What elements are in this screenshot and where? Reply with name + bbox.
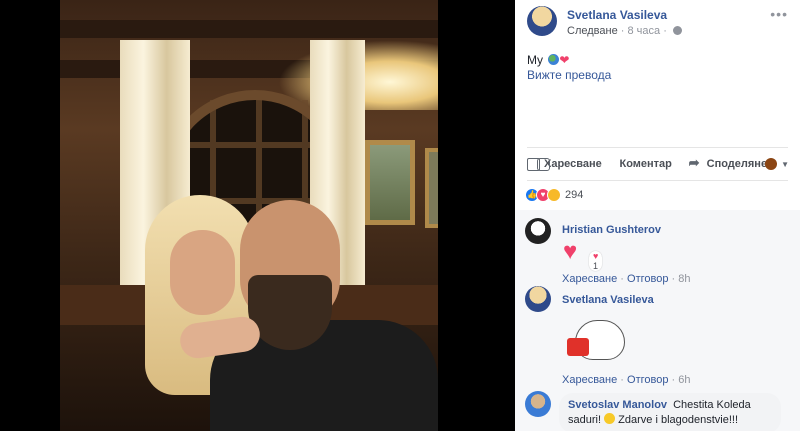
comment-reply-link[interactable]: Отговор [627, 273, 668, 285]
avatar[interactable] [525, 218, 551, 244]
comment-bubble: Svetoslav Manolov Chestita Koleda saduri… [559, 393, 781, 431]
reaction-count: 294 [565, 189, 584, 201]
wall-painting [365, 140, 415, 225]
share-as-avatar[interactable] [765, 158, 778, 170]
more-options-icon[interactable]: ••• [770, 6, 788, 22]
share-button[interactable]: Споделяне ▼ [689, 155, 789, 173]
avatar[interactable] [525, 286, 551, 312]
facebook-photo-viewer: Svetlana Vasileva Следване · 8 часа · ••… [0, 0, 800, 431]
haha-reaction-icon [547, 188, 561, 202]
comment-text: Zdarve i blagodenstvie!!! [618, 414, 739, 426]
author-name[interactable]: Svetlana Vasileva [567, 8, 667, 22]
see-translation-link[interactable]: Вижте превода [527, 68, 611, 82]
gift-box-icon [567, 338, 589, 356]
gift-sticker[interactable] [565, 314, 627, 369]
earth-emoji-icon [548, 54, 560, 65]
comment-author[interactable]: Svetoslav Manolov [568, 399, 667, 411]
wall-painting [425, 148, 438, 228]
comment-time[interactable]: 6h [678, 374, 690, 386]
woman-face [170, 230, 235, 315]
comment-text: saduri! [568, 414, 602, 426]
comments-section: Hristian Gushterov ♥ ♥ 1 Харесване · Отг… [515, 210, 800, 431]
comment-text: Chestita Koleda [673, 399, 751, 411]
post-meta: Следване · 8 часа · [567, 25, 682, 37]
meta-separator: · [663, 25, 670, 37]
comment-author[interactable]: Hristian Gushterov [562, 224, 661, 236]
post-time[interactable]: 8 часа [627, 25, 660, 37]
comment-like-link[interactable]: Харесване [562, 374, 617, 386]
post-side-panel: Svetlana Vasileva Следване · 8 часа · ••… [515, 0, 800, 431]
share-icon [689, 155, 703, 171]
smiley-emoji-icon [604, 413, 616, 424]
action-bar: Харесване Коментар Споделяне ▼ [527, 155, 789, 173]
divider [527, 180, 788, 181]
heart-sticker-icon: ♥ [563, 238, 578, 265]
post-text: My ❤ [527, 53, 569, 67]
divider [527, 147, 788, 148]
post-photo[interactable] [60, 0, 438, 431]
comment-meta: Харесване · Отговор · 6h [562, 374, 691, 386]
share-label: Споделяне [706, 158, 768, 170]
comment-reaction-badge[interactable]: ♥ 1 [589, 251, 603, 271]
ceiling-beam [60, 20, 438, 38]
reaction-summary[interactable]: 👍 ♥ 294 [525, 188, 583, 202]
comment-reaction-count: 1 [593, 261, 599, 271]
comment-reply-link[interactable]: Отговор [627, 374, 668, 386]
like-label: Харесване [544, 158, 602, 170]
comment-author[interactable]: Svetlana Vasileva [562, 294, 654, 306]
comment-meta: Харесване · Отговор · 8h [562, 273, 691, 285]
love-reaction-icon: ♥ [593, 251, 599, 261]
post-text-content: My [527, 53, 543, 67]
post-header: Svetlana Vasileva Следване · 8 часа · ••… [515, 0, 800, 45]
avatar[interactable] [527, 6, 557, 36]
avatar[interactable] [525, 391, 551, 417]
comment-time[interactable]: 8h [678, 273, 690, 285]
chevron-down-icon[interactable]: ▼ [781, 160, 789, 169]
comment-icon [537, 157, 550, 171]
comment-button[interactable]: Коментар [537, 155, 672, 173]
globe-icon [672, 26, 682, 35]
comment-label: Коментар [619, 158, 672, 170]
heart-emoji-icon: ❤ [559, 53, 570, 67]
follow-link[interactable]: Следване [567, 25, 618, 37]
comment-like-link[interactable]: Харесване [562, 273, 617, 285]
